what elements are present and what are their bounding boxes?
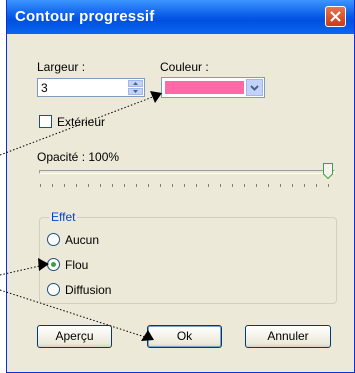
spin-down-arrow-icon — [133, 90, 138, 93]
slider-tick — [112, 184, 113, 187]
slider-tick — [220, 184, 221, 187]
radio-diffusion-label[interactable]: Diffusion — [65, 283, 111, 297]
slider-tick — [52, 184, 53, 187]
slider-tick — [292, 184, 293, 187]
slider-tick — [76, 184, 77, 187]
close-icon — [330, 11, 341, 22]
exterior-label[interactable]: Extérieur — [57, 115, 105, 129]
exterior-checkbox[interactable] — [39, 115, 52, 128]
slider-tick — [124, 184, 125, 187]
chevron-down-icon — [250, 85, 259, 91]
color-swatch — [165, 81, 244, 94]
radio-blur-label[interactable]: Flou — [65, 258, 88, 272]
width-value[interactable]: 3 — [41, 81, 48, 95]
spin-down-button[interactable] — [128, 88, 143, 95]
spin-up-button[interactable] — [128, 80, 143, 87]
dialog-window: Contour progressif Largeur : 3 Couleur : — [6, 0, 355, 373]
slider-tick — [316, 184, 317, 187]
radio-selected-dot — [51, 262, 56, 267]
close-button[interactable] — [325, 6, 346, 27]
cancel-button[interactable]: Annuler — [245, 325, 331, 348]
radio-blur[interactable] — [47, 258, 60, 271]
radio-none[interactable] — [47, 233, 60, 246]
dialog-title: Contour progressif — [15, 8, 155, 25]
slider-tick — [88, 184, 89, 187]
slider-tick — [304, 184, 305, 187]
color-dropdown-button[interactable] — [246, 79, 263, 96]
slider-tick — [244, 184, 245, 187]
slider-tick — [40, 184, 41, 187]
opacity-label: Opacité : 100% — [37, 150, 120, 164]
color-dropdown[interactable] — [161, 77, 265, 98]
slider-tick — [208, 184, 209, 187]
width-spinner[interactable]: 3 — [37, 78, 145, 97]
title-bar[interactable]: Contour progressif — [7, 0, 354, 34]
slider-tick — [172, 184, 173, 187]
slider-tick — [160, 184, 161, 187]
radio-none-label[interactable]: Aucun — [65, 233, 99, 247]
slider-tick — [148, 184, 149, 187]
slider-tick — [184, 184, 185, 187]
color-label: Couleur : — [160, 60, 209, 74]
slider-tick — [256, 184, 257, 187]
effect-group-legend: Effet — [49, 210, 78, 224]
preview-button[interactable]: Aperçu — [37, 325, 112, 348]
opacity-slider-ticks — [40, 184, 336, 188]
slider-tick — [100, 184, 101, 187]
slider-tick — [64, 184, 65, 187]
opacity-slider-track[interactable] — [39, 170, 335, 174]
slider-tick — [196, 184, 197, 187]
slider-tick — [268, 184, 269, 187]
slider-tick — [280, 184, 281, 187]
slider-tick — [136, 184, 137, 187]
slider-thumb-icon[interactable] — [323, 163, 333, 179]
spin-buttons — [128, 80, 143, 95]
width-label: Largeur : — [37, 60, 86, 74]
radio-diffusion[interactable] — [47, 283, 60, 296]
ok-button[interactable]: Ok — [147, 325, 222, 348]
slider-tick — [232, 184, 233, 187]
slider-tick — [328, 184, 329, 187]
spin-up-arrow-icon — [133, 82, 138, 85]
